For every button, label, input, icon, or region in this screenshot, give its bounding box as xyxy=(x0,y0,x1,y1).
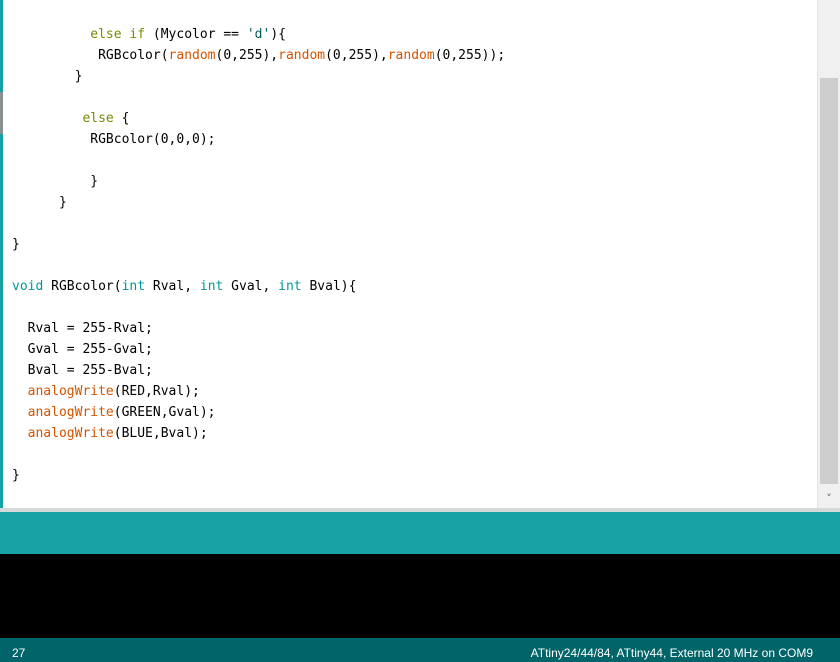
code-token: random xyxy=(387,48,435,63)
window-left-edge-mark xyxy=(0,92,3,134)
code-token: int xyxy=(199,279,224,294)
code-token: (Mycolor == xyxy=(145,27,247,42)
code-token: RGBcolor( xyxy=(12,48,169,63)
code-token: Rval = 255-Rval; xyxy=(12,321,153,336)
code-token: RGBcolor( xyxy=(43,279,122,294)
code-line: Bval = 255-Bval; xyxy=(12,360,812,381)
code-line: } xyxy=(12,465,812,486)
code-editor[interactable]: else if (Mycolor == 'd'){ RGBcolor(rando… xyxy=(0,0,840,508)
code-token: Rval, xyxy=(145,279,200,294)
scrollbar-thumb[interactable] xyxy=(820,78,838,484)
code-token: if xyxy=(129,27,146,42)
message-bar xyxy=(0,512,840,554)
code-line: else if (Mycolor == 'd'){ xyxy=(12,24,812,45)
code-token: RGBcolor(0,0,0); xyxy=(12,132,216,147)
code-token: random xyxy=(278,48,326,63)
code-token: Gval = 255-Gval; xyxy=(12,342,153,357)
code-token: ){ xyxy=(270,27,286,42)
code-line: analogWrite(RED,Rval); xyxy=(12,381,812,402)
code-token: (0,255), xyxy=(325,48,388,63)
code-token: else xyxy=(82,111,114,126)
code-token: Gval, xyxy=(223,279,279,294)
code-token: } xyxy=(12,237,20,252)
code-line: } xyxy=(12,66,812,87)
code-line: } xyxy=(12,171,812,192)
code-line: RGBcolor(0,0,0); xyxy=(12,129,812,150)
output-console[interactable] xyxy=(0,554,840,638)
code-token: analogWrite xyxy=(27,405,114,420)
code-token: (RED,Rval); xyxy=(113,384,200,399)
code-line: analogWrite(GREEN,Gval); xyxy=(12,402,812,423)
code-token: } xyxy=(12,69,83,84)
code-token: 'd' xyxy=(246,27,271,42)
code-line: analogWrite(BLUE,Bval); xyxy=(12,423,812,444)
code-token: Bval){ xyxy=(301,279,357,294)
scroll-down-arrow-icon[interactable]: ˅ xyxy=(818,488,840,508)
code-token: (GREEN,Gval); xyxy=(113,405,216,420)
code-token: } xyxy=(12,195,67,210)
code-token: (0,255)); xyxy=(434,48,506,63)
code-line: } xyxy=(12,234,812,255)
code-area[interactable]: else if (Mycolor == 'd'){ RGBcolor(rando… xyxy=(12,24,812,486)
code-token: int xyxy=(278,279,302,294)
code-token: (0,255), xyxy=(215,48,279,63)
code-token: analogWrite xyxy=(27,426,114,441)
code-token: (BLUE,Bval); xyxy=(113,426,208,441)
code-token: } xyxy=(12,174,99,189)
code-line: RGBcolor(random(0,255),random(0,255),ran… xyxy=(12,45,812,66)
status-board-info: ATtiny24/44/84, ATtiny44, External 20 MH… xyxy=(530,646,813,660)
code-token: Bval = 255-Bval; xyxy=(12,363,153,378)
code-line: } xyxy=(12,192,812,213)
code-token: analogWrite xyxy=(27,384,114,399)
code-token: else xyxy=(90,27,122,42)
status-bar: 27 ATtiny24/44/84, ATtiny44, External 20… xyxy=(0,638,840,662)
code-token: { xyxy=(113,111,130,126)
code-line: else { xyxy=(12,108,812,129)
code-line: void RGBcolor(int Rval, int Gval, int Bv… xyxy=(12,276,812,297)
code-token: } xyxy=(12,468,20,483)
code-line: Gval = 255-Gval; xyxy=(12,339,812,360)
code-token: void xyxy=(12,279,44,294)
code-line: Rval = 255-Rval; xyxy=(12,318,812,339)
status-line-number: 27 xyxy=(12,646,26,660)
editor-scrollbar[interactable]: ˅ xyxy=(817,0,840,508)
code-token: random xyxy=(168,48,216,63)
code-token: int xyxy=(121,279,146,294)
